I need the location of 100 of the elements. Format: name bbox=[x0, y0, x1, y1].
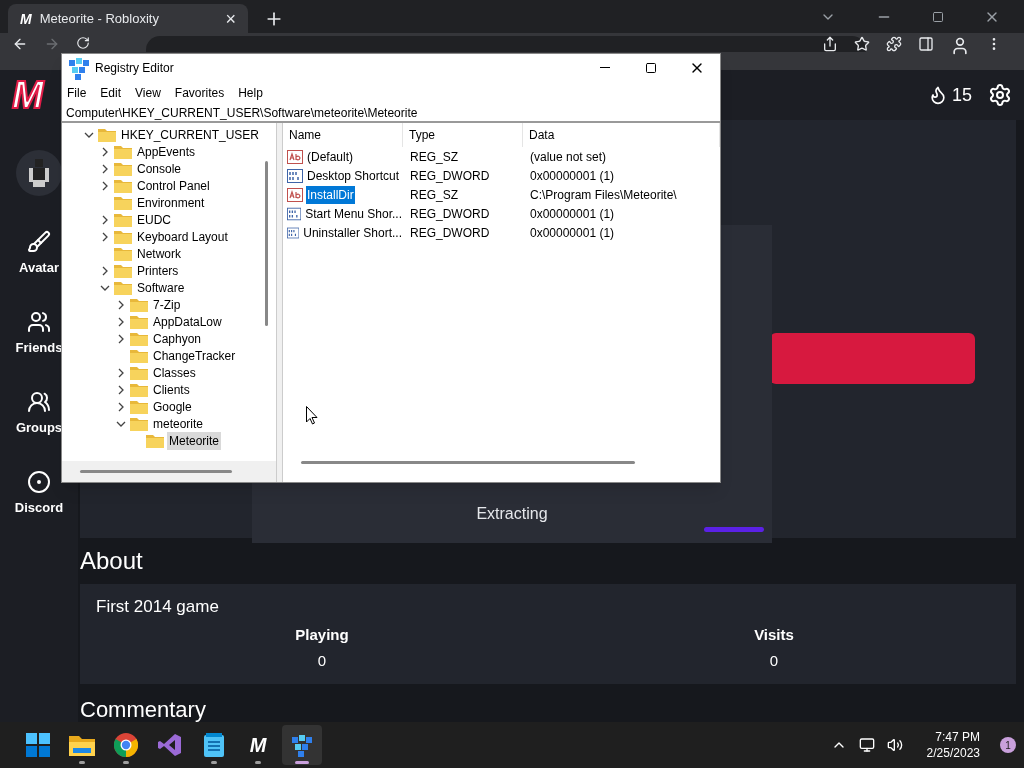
meteorite-app-icon: M bbox=[249, 735, 267, 755]
expand-chevron-icon[interactable] bbox=[116, 333, 126, 344]
bookmark-icon[interactable] bbox=[854, 36, 870, 52]
taskbar-button[interactable]: M bbox=[238, 725, 278, 765]
maximize-icon bbox=[645, 61, 657, 74]
registry-key[interactable]: Control Panel bbox=[135, 176, 212, 195]
column-header[interactable]: Name bbox=[283, 123, 403, 147]
value-name[interactable]: InstallDir bbox=[306, 185, 355, 204]
expand-chevron-icon[interactable] bbox=[100, 214, 110, 225]
folder-icon bbox=[114, 246, 132, 261]
folder-icon bbox=[130, 314, 148, 329]
sidebar-item[interactable]: Groups bbox=[15, 390, 63, 470]
column-header[interactable]: Type bbox=[403, 123, 523, 147]
notification-badge[interactable]: 1 bbox=[1000, 737, 1016, 753]
menu-item[interactable]: File bbox=[67, 83, 87, 102]
extensions-icon[interactable] bbox=[886, 36, 902, 52]
value-type: REG_DWORD bbox=[409, 224, 491, 242]
registry-key[interactable]: AppDataLow bbox=[151, 312, 224, 331]
avatar-thumbnail[interactable] bbox=[16, 150, 62, 196]
sidebar-item[interactable]: Avatar bbox=[19, 230, 59, 310]
running-indicator bbox=[79, 761, 85, 764]
clock[interactable]: 7:47 PM 2/25/2023 bbox=[926, 729, 980, 761]
expand-chevron-icon[interactable] bbox=[100, 163, 110, 174]
side-panel-icon[interactable] bbox=[918, 36, 934, 52]
folder-icon bbox=[114, 263, 132, 278]
expand-chevron-icon[interactable] bbox=[116, 316, 126, 327]
browser-tab[interactable]: M Meteorite - Robloxity × bbox=[8, 4, 248, 33]
value-name[interactable]: Uninstaller Short... bbox=[302, 223, 403, 242]
volume-icon[interactable] bbox=[886, 737, 903, 753]
expand-chevron-icon[interactable] bbox=[116, 299, 126, 310]
share-icon[interactable] bbox=[822, 36, 838, 52]
registry-key[interactable]: 7-Zip bbox=[151, 295, 183, 314]
registry-key[interactable]: meteorite bbox=[151, 414, 206, 433]
registry-key[interactable]: AppEvents bbox=[135, 142, 198, 161]
folder-icon bbox=[114, 212, 132, 227]
restore-icon[interactable] bbox=[932, 11, 944, 23]
value-data: C:\Program Files\Meteorite\ bbox=[529, 186, 678, 204]
registry-key[interactable]: Printers bbox=[135, 261, 181, 280]
binary-value-icon bbox=[287, 206, 302, 221]
expand-chevron-icon[interactable] bbox=[100, 180, 110, 191]
expand-chevron-icon[interactable] bbox=[116, 384, 126, 395]
menu-item[interactable]: Help bbox=[238, 83, 263, 102]
network-icon[interactable] bbox=[858, 737, 875, 753]
expand-chevron-icon[interactable] bbox=[116, 401, 126, 412]
value-data: 0x00000001 (1) bbox=[529, 167, 616, 185]
friends-icon bbox=[27, 310, 51, 334]
expand-chevron-icon[interactable] bbox=[100, 265, 110, 276]
folder-icon bbox=[130, 416, 148, 431]
value-data: 0x00000001 (1) bbox=[529, 205, 616, 223]
cubes-icon bbox=[290, 733, 314, 757]
registry-key[interactable]: Meteorite bbox=[167, 431, 222, 450]
taskbar-button[interactable] bbox=[282, 725, 322, 765]
section-heading: About bbox=[80, 546, 144, 577]
registry-key[interactable]: Clients bbox=[151, 380, 192, 399]
registry-key[interactable]: Google bbox=[151, 397, 194, 416]
registry-key[interactable]: Classes bbox=[151, 363, 198, 382]
menu-item[interactable]: View bbox=[135, 83, 161, 102]
registry-key[interactable]: EUDC bbox=[135, 210, 173, 229]
sidebar-item[interactable]: Friends bbox=[15, 310, 63, 390]
menu-item[interactable]: Favorites bbox=[174, 83, 225, 102]
registry-key[interactable]: Software bbox=[135, 278, 187, 297]
site-logo[interactable]: M bbox=[12, 76, 44, 114]
value-name[interactable]: Desktop Shortcut bbox=[306, 166, 401, 185]
column-header[interactable]: Data bbox=[523, 123, 720, 147]
registry-key[interactable]: HKEY_CURRENT_USER bbox=[119, 125, 262, 144]
folder-icon bbox=[130, 331, 148, 346]
running-indicator bbox=[123, 761, 129, 764]
registry-key[interactable]: Environment bbox=[135, 193, 207, 212]
registry-address-field[interactable]: Computer\HKEY_CURRENT_USER\Software\meteorite\Meteorite bbox=[62, 104, 720, 123]
sidebar-item[interactable]: Discord bbox=[14, 470, 64, 550]
reload-icon[interactable] bbox=[76, 36, 90, 50]
registry-key[interactable]: Keyboard Layout bbox=[135, 227, 230, 246]
infinity-ribbon-icon bbox=[158, 733, 182, 757]
registry-key[interactable]: Network bbox=[135, 244, 183, 263]
folder-icon bbox=[114, 144, 132, 159]
expand-chevron-icon[interactable] bbox=[100, 231, 110, 242]
value-type: REG_DWORD bbox=[409, 205, 491, 223]
folder-icon bbox=[130, 348, 148, 363]
registry-key[interactable]: Caphyon bbox=[151, 329, 204, 348]
game-description: First 2014 game bbox=[96, 596, 219, 619]
menu-item[interactable]: Edit bbox=[100, 83, 122, 102]
value-type: REG_DWORD bbox=[409, 167, 491, 185]
back-icon[interactable] bbox=[12, 36, 28, 52]
stat-label: Playing bbox=[295, 624, 349, 645]
expand-chevron-icon[interactable] bbox=[116, 367, 126, 378]
profile-icon[interactable] bbox=[950, 36, 970, 56]
registry-key[interactable]: ChangeTracker bbox=[151, 346, 238, 365]
value-name[interactable]: Start Menu Shor... bbox=[304, 204, 403, 223]
cubes-icon bbox=[67, 55, 91, 80]
value-name[interactable]: (Default) bbox=[306, 147, 354, 166]
folder-icon bbox=[98, 127, 116, 142]
folder-icon bbox=[114, 161, 132, 176]
folder-icon bbox=[69, 734, 95, 756]
close-tab-button[interactable]: × bbox=[225, 9, 236, 28]
registry-key[interactable]: Console bbox=[135, 159, 184, 178]
settings-icon[interactable] bbox=[988, 83, 1012, 107]
folder-icon bbox=[114, 229, 132, 244]
folder-icon bbox=[130, 297, 148, 312]
tab-favicon: M bbox=[20, 9, 32, 29]
expand-chevron-icon[interactable] bbox=[100, 146, 110, 157]
